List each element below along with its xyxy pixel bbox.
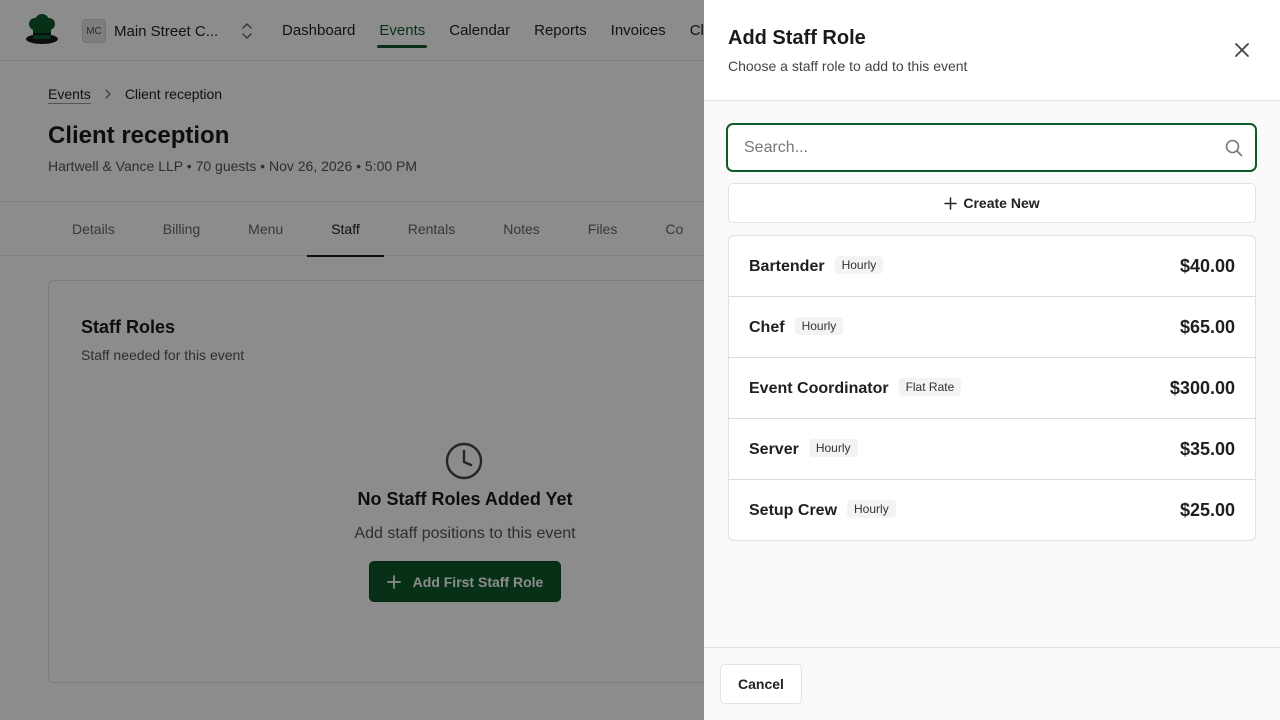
role-name-text: Event Coordinator <box>749 380 889 397</box>
plus-icon <box>944 196 958 210</box>
role-name-text: Bartender <box>749 258 825 275</box>
cancel-button[interactable]: Cancel <box>720 664 802 704</box>
create-new-button[interactable]: Create New <box>728 183 1256 223</box>
search-icon <box>1225 139 1243 157</box>
staff-role-row[interactable]: Chef Hourly $65.00 <box>729 297 1255 358</box>
staff-role-row[interactable]: Bartender Hourly $40.00 <box>729 236 1255 297</box>
role-name: Chef Hourly <box>749 317 844 337</box>
panel-header: Add Staff Role Choose a staff role to ad… <box>704 0 1280 101</box>
panel-title: Add Staff Role <box>728 27 866 49</box>
staff-role-row[interactable]: Setup Crew Hourly $25.00 <box>729 480 1255 540</box>
role-name-text: Server <box>749 441 799 458</box>
rate-type-badge: Hourly <box>808 439 858 457</box>
role-name-text: Setup Crew <box>749 502 838 519</box>
role-price: $40.00 <box>1179 256 1235 276</box>
role-price: $300.00 <box>1169 378 1235 398</box>
close-icon[interactable] <box>1232 40 1252 60</box>
staff-role-row[interactable]: Server Hourly $35.00 <box>729 419 1255 480</box>
role-name: Event Coordinator Flat Rate <box>749 378 962 398</box>
role-price: $25.00 <box>1179 500 1235 520</box>
search-input[interactable] <box>728 125 1198 170</box>
rate-type-badge: Hourly <box>794 317 844 335</box>
add-staff-role-panel: Add Staff Role Choose a staff role to ad… <box>704 0 1280 720</box>
panel-subtitle: Choose a staff role to add to this event <box>728 58 968 74</box>
role-price: $65.00 <box>1179 317 1235 337</box>
role-price: $35.00 <box>1179 439 1235 459</box>
role-name: Server Hourly <box>749 439 858 459</box>
staff-role-list: Bartender Hourly $40.00 Chef Hourly $65.00 Eve… <box>728 235 1256 541</box>
rate-type-badge: Hourly <box>847 500 896 518</box>
panel-footer: Cancel <box>704 647 1280 720</box>
role-name: Bartender Hourly <box>749 256 884 276</box>
staff-role-row[interactable]: Event Coordinator Flat Rate $300.00 <box>729 358 1255 419</box>
search-field <box>726 123 1257 172</box>
role-name: Setup Crew Hourly <box>749 500 896 520</box>
rate-type-badge: Hourly <box>834 256 884 274</box>
rate-type-badge: Flat Rate <box>898 378 962 396</box>
role-name-text: Chef <box>749 319 785 336</box>
create-new-label: Create New <box>963 195 1040 211</box>
